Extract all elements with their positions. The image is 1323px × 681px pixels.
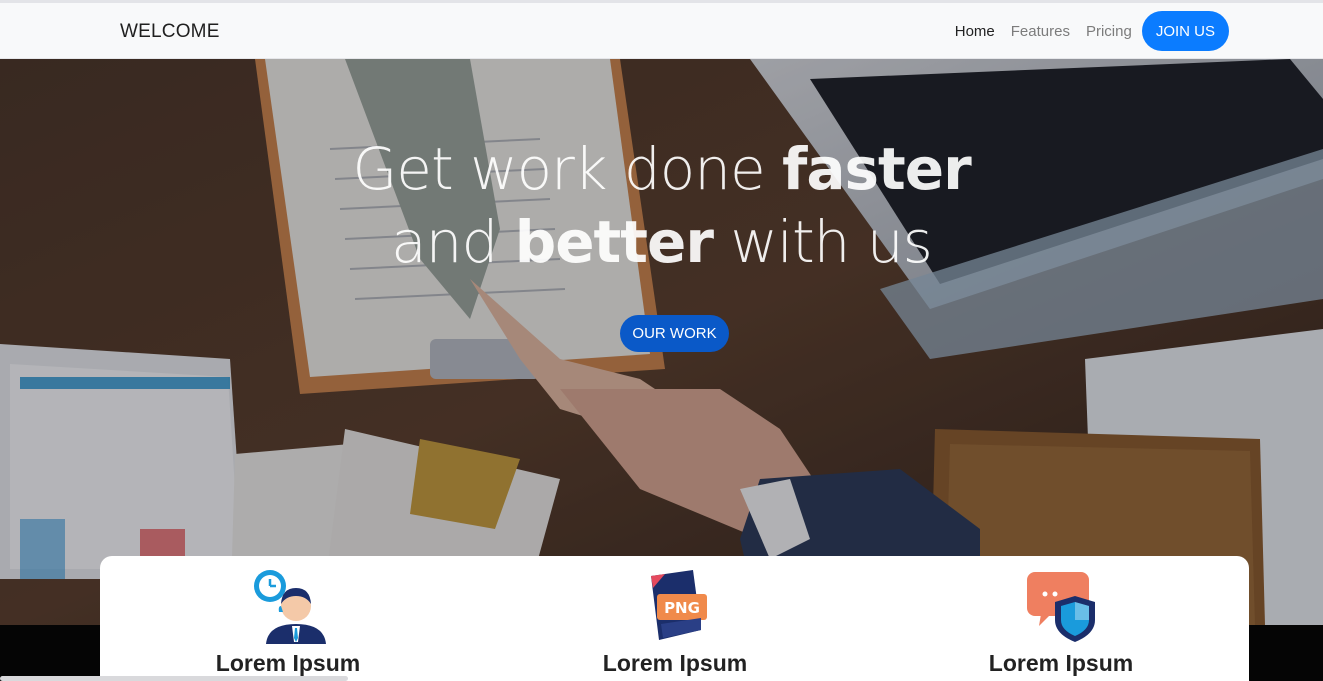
feature-title: Lorem Ipsum (602, 650, 748, 676)
hero-line2-bold-text: better (514, 208, 714, 276)
clock-person-icon (254, 570, 326, 644)
hero-line2-light-text-a: and (391, 208, 515, 276)
feature-item: Lorem Ipsum (98, 566, 478, 677)
horizontal-scrollbar[interactable] (0, 676, 348, 681)
hero-line1-light-text: Get work done (352, 135, 783, 203)
hero-section: Get work done faster and better with us … (0, 59, 1323, 625)
feature-item: PNG Lorem Ipsum (485, 566, 865, 677)
feature-item: Lorem Ipsum (871, 566, 1251, 677)
hero-headline-line1: Get work done faster (0, 133, 1323, 205)
feature-title: Lorem Ipsum (215, 650, 361, 676)
nav-links: Home Features Pricing JOIN US (955, 11, 1229, 51)
feature-title: Lorem Ipsum (988, 650, 1134, 676)
hero-line1-bold-text: faster (782, 135, 972, 203)
nav-home-link[interactable]: Home (955, 23, 995, 40)
chat-shield-icon (1027, 572, 1095, 642)
png-file-icon: PNG (651, 570, 707, 640)
join-us-button[interactable]: JOIN US (1141, 11, 1229, 51)
brand-link[interactable]: WELCOME (120, 21, 220, 43)
nav-features-link[interactable]: Features (1011, 23, 1070, 40)
features-card: Lorem Ipsum PNG Lorem Ipsum Lorem Ipsum (100, 556, 1249, 681)
hero-headline-line2: and better with us (0, 206, 1323, 278)
navbar: WELCOME Home Features Pricing JOIN US (0, 3, 1323, 59)
hero-line2-light-text-b: with us (712, 208, 932, 276)
png-file-icon-label: PNG (664, 599, 700, 617)
nav-pricing-link[interactable]: Pricing (1086, 23, 1132, 40)
our-work-button[interactable]: OUR WORK (620, 315, 729, 352)
